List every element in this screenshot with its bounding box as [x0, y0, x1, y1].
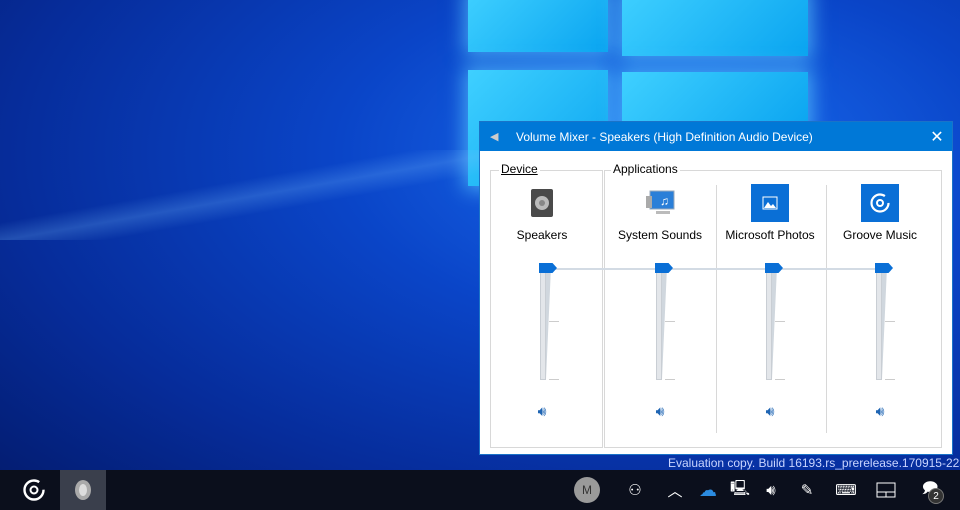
- people-button[interactable]: ⚇: [622, 470, 648, 510]
- channel-name: System Sounds: [617, 228, 703, 242]
- window-title: Volume Mixer - Speakers (High Definition…: [516, 129, 813, 144]
- system-sounds-mute-button[interactable]: 🔊︎: [650, 403, 670, 420]
- show-hidden-icons-button[interactable]: ︿: [664, 470, 686, 510]
- touch-keyboard-button[interactable]: ⌨: [830, 470, 862, 510]
- photos-mute-button[interactable]: 🔊︎: [760, 403, 780, 420]
- pen-icon: ✎: [800, 482, 814, 499]
- photos-volume-slider[interactable]: [755, 263, 795, 385]
- network-icon: 🖳: [729, 479, 750, 497]
- channel-speakers: Speakers: [487, 184, 597, 242]
- volume-mixer-window: ◀ Volume Mixer - Speakers (High Definiti…: [479, 121, 953, 455]
- volume-mixer-taskbar-button[interactable]: [60, 470, 106, 510]
- taskbar: M ⚇ ︿ ☁ 🖳 🔊︎ ✎ ⌨ 🗩 2: [0, 470, 960, 510]
- channel-name: Microsoft Photos: [725, 228, 815, 242]
- volume-level-line: [546, 268, 886, 270]
- slider-thumb[interactable]: [875, 263, 893, 273]
- wallpaper-pane: [468, 0, 608, 52]
- notification-count-badge: 2: [928, 488, 944, 504]
- user-avatar-button[interactable]: M: [570, 470, 604, 510]
- channel-microsoft-photos: Microsoft Photos: [715, 184, 825, 242]
- windows-ink-button[interactable]: ✎: [794, 470, 820, 510]
- applications-group-label: Applications: [611, 162, 680, 176]
- slider-thumb[interactable]: [655, 263, 673, 273]
- system-sounds-icon: ♫: [641, 184, 679, 222]
- speaker-device-icon: [523, 184, 561, 222]
- slider-thumb[interactable]: [539, 263, 557, 273]
- avatar: M: [574, 477, 600, 503]
- close-button[interactable]: ✕: [922, 127, 952, 147]
- wallpaper-pane: [622, 0, 808, 56]
- channel-name: Speakers: [516, 228, 568, 242]
- title-bar[interactable]: ◀ Volume Mixer - Speakers (High Definiti…: [480, 122, 952, 151]
- groove-music-taskbar-button[interactable]: [14, 470, 54, 510]
- speakers-mute-button[interactable]: 🔊︎: [532, 403, 552, 420]
- speakers-volume-slider[interactable]: [529, 263, 569, 385]
- chevron-up-icon: ︿: [667, 482, 683, 500]
- channel-groove-music: Groove Music: [825, 184, 935, 242]
- volume-button[interactable]: 🔊︎: [758, 470, 784, 510]
- volume-icon: 🔊︎: [766, 481, 776, 499]
- speaker-title-icon: ◀: [490, 131, 499, 143]
- keyboard-icon: ⌨: [835, 482, 857, 499]
- action-center-button[interactable]: 🗩 2: [912, 470, 948, 510]
- device-group-label: Device: [499, 162, 540, 176]
- channel-name: Groove Music: [842, 228, 918, 242]
- wallpaper-light-beam: [0, 150, 520, 240]
- evaluation-watermark: Evaluation copy. Build 16193.rs_prerelea…: [668, 456, 960, 470]
- touchpad-icon: [876, 482, 896, 498]
- speaker-icon: [75, 480, 91, 500]
- groove-volume-slider[interactable]: [865, 263, 905, 385]
- cloud-icon: ☁: [699, 479, 717, 500]
- onedrive-button[interactable]: ☁: [696, 470, 720, 510]
- slider-thumb[interactable]: [765, 263, 783, 273]
- people-icon: ⚇: [628, 482, 642, 499]
- channel-system-sounds: ♫ System Sounds: [605, 184, 715, 242]
- groove-mute-button[interactable]: 🔊︎: [870, 403, 890, 420]
- svg-text:♫: ♫: [660, 194, 669, 208]
- photos-app-icon: [751, 184, 789, 222]
- system-sounds-volume-slider[interactable]: [645, 263, 685, 385]
- groove-music-icon: [23, 479, 45, 501]
- network-button[interactable]: 🖳: [728, 470, 752, 510]
- touchpad-button[interactable]: [872, 470, 900, 510]
- groove-music-icon: [861, 184, 899, 222]
